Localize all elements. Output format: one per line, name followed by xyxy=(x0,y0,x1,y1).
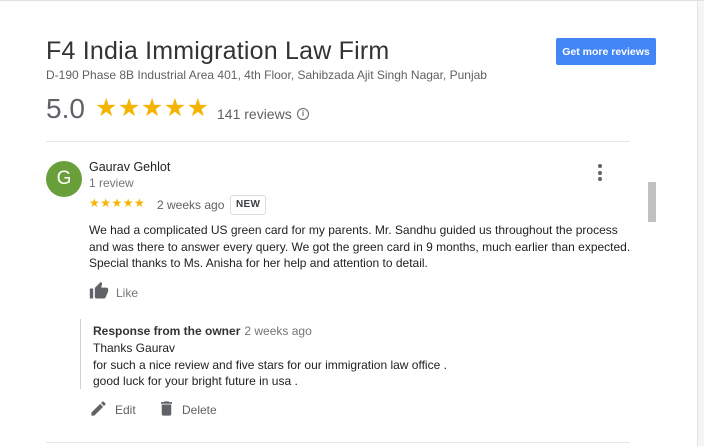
review-count[interactable]: 141 reviews xyxy=(217,106,292,122)
reviewer-avatar[interactable]: G xyxy=(46,161,82,197)
owner-response-age: 2 weeks ago xyxy=(244,324,312,338)
divider xyxy=(46,442,630,443)
panel-edge xyxy=(697,1,704,446)
info-icon[interactable]: i xyxy=(297,108,309,120)
divider xyxy=(46,141,630,142)
edit-label: Edit xyxy=(115,403,136,417)
new-badge: NEW xyxy=(230,195,267,215)
get-more-reviews-button[interactable]: Get more reviews xyxy=(556,38,656,65)
owner-response-text: Thanks Gaurav for such a nice review and… xyxy=(93,340,447,390)
review-stars: ★★★★★ xyxy=(89,196,146,210)
business-title: F4 India Immigration Law Firm xyxy=(46,37,390,65)
reviews-panel: F4 India Immigration Law Firm D-190 Phas… xyxy=(0,0,704,446)
rating-stars: ★★★★★ xyxy=(95,94,210,122)
more-vert-icon[interactable] xyxy=(592,164,608,184)
pencil-icon xyxy=(91,401,106,416)
owner-response-line: Thanks Gaurav xyxy=(93,341,176,355)
reviewer-name[interactable]: Gaurav Gehlot xyxy=(89,160,170,174)
review-text: We had a complicated US green card for m… xyxy=(89,223,631,271)
delete-label: Delete xyxy=(182,403,217,417)
owner-response-header: Response from the owner 2 weeks ago xyxy=(93,324,312,338)
owner-response: Response from the owner 2 weeks ago Thank… xyxy=(80,319,621,389)
owner-response-line: for such a nice review and five stars fo… xyxy=(93,357,447,372)
review-age: 2 weeks ago xyxy=(157,198,225,212)
like-label: Like xyxy=(116,286,139,300)
scrollbar-thumb[interactable] xyxy=(648,182,656,222)
owner-response-line: good luck for your bright future in usa … xyxy=(93,374,298,389)
rating-value: 5.0 xyxy=(46,93,85,124)
owner-response-label: Response from the owner xyxy=(93,324,241,338)
thumbs-up-icon xyxy=(89,281,109,299)
trash-icon xyxy=(160,401,173,416)
reviewer-review-count: 1 review xyxy=(89,176,134,190)
business-address: D-190 Phase 8B Industrial Area 401, 4th … xyxy=(46,68,487,82)
